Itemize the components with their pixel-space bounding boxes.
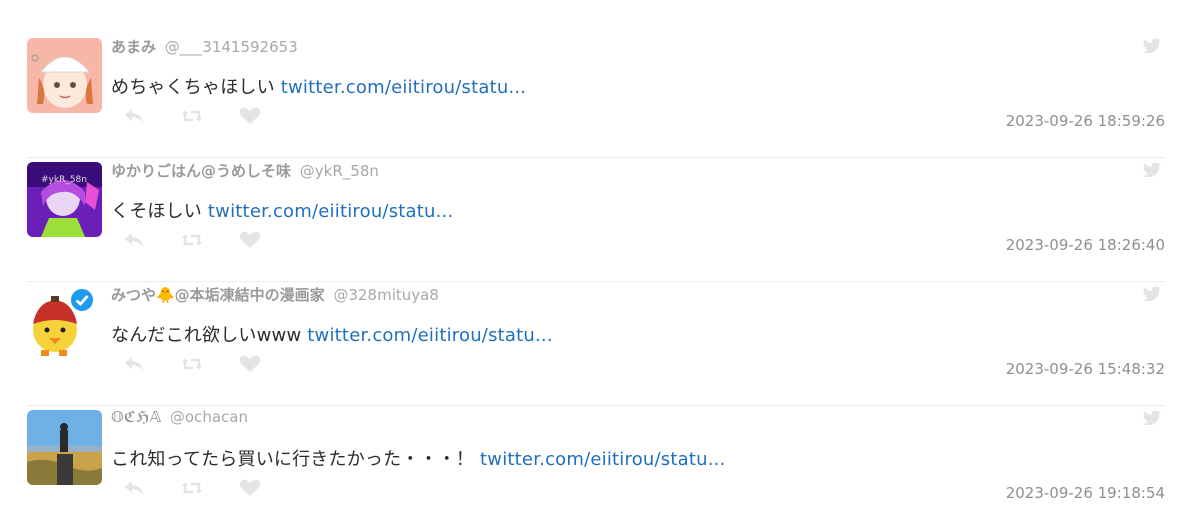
tweet-message: これ知ってたら買いに行きたかった・・・！ [111,449,475,470]
twitter-bird-icon[interactable] [1142,286,1162,307]
tweet-header: ゆかりごはん@うめしそ味 @ykR_58n [111,160,379,181]
retweet-icon[interactable] [180,106,204,126]
like-heart-icon[interactable] [238,354,262,374]
tweet-actions [122,478,262,498]
twitter-bird-icon[interactable] [1142,410,1162,431]
user-handle[interactable]: @ochacan [170,408,248,426]
tweet-message: なんだこれ欲しいwww [111,325,302,346]
tweet-timestamp[interactable]: 2023-09-26 18:59:26 [1006,112,1165,130]
reply-icon[interactable] [122,478,146,498]
user-display-name[interactable]: 𝕆ℭℌ𝔸 [111,408,161,426]
tweet-link[interactable]: twitter.com/eiitirou/statu... [480,449,725,470]
reply-icon[interactable] [122,354,146,374]
user-handle[interactable]: @___3141592653 [165,38,298,56]
tweet-link[interactable]: twitter.com/eiitirou/statu... [208,201,453,222]
tweet-list: あまみ @___3141592653 めちゃくちゃほしい twitter.com… [27,34,1165,529]
user-avatar[interactable] [27,286,102,361]
verified-badge-icon [69,287,95,313]
tweet-actions [122,230,262,250]
tweet-text: めちゃくちゃほしい twitter.com/eiitirou/statu... [111,73,526,99]
reply-icon[interactable] [122,106,146,126]
tweet-message: めちゃくちゃほしい [111,77,275,98]
tweet-text: なんだこれ欲しいwww twitter.com/eiitirou/statu..… [111,321,553,347]
tweet-actions [122,354,262,374]
tweet-message: くそほしい [111,201,202,222]
user-display-name[interactable]: ゆかりごはん@うめしそ味 [111,162,291,180]
tweet-timestamp[interactable]: 2023-09-26 15:48:32 [1006,360,1165,378]
tweet-header: 𝕆ℭℌ𝔸 @ochacan [111,408,248,426]
tweet-link[interactable]: twitter.com/eiitirou/statu... [281,77,526,98]
user-display-name[interactable]: あまみ [111,38,156,56]
tweet-card: みつや🐥@本垢凍結中の漫画家 @328mituya8 なんだこれ欲しいwww t… [27,282,1165,406]
user-display-name[interactable]: みつや🐥@本垢凍結中の漫画家 [111,286,325,304]
tweet-timestamp[interactable]: 2023-09-26 19:18:54 [1006,484,1165,502]
retweet-icon[interactable] [180,478,204,498]
tweet-card: 𝕆ℭℌ𝔸 @ochacan これ知ってたら買いに行きたかった・・・！ twitt… [27,406,1165,529]
retweet-icon[interactable] [180,354,204,374]
tweet-text: これ知ってたら買いに行きたかった・・・！ twitter.com/eiitiro… [111,445,726,471]
tweet-header: みつや🐥@本垢凍結中の漫画家 @328mituya8 [111,284,439,305]
reply-icon[interactable] [122,230,146,250]
like-heart-icon[interactable] [238,230,262,250]
tweet-link[interactable]: twitter.com/eiitirou/statu... [307,325,552,346]
like-heart-icon[interactable] [238,478,262,498]
svg-text:#ykR_58n: #ykR_58n [41,175,87,185]
twitter-bird-icon[interactable] [1142,162,1162,183]
like-heart-icon[interactable] [238,106,262,126]
user-avatar[interactable]: #ykR_58n [27,162,102,237]
user-avatar[interactable] [27,410,102,485]
retweet-icon[interactable] [180,230,204,250]
tweet-timestamp[interactable]: 2023-09-26 18:26:40 [1006,236,1165,254]
twitter-bird-icon[interactable] [1142,38,1162,59]
tweet-text: くそほしい twitter.com/eiitirou/statu... [111,197,453,223]
tweet-header: あまみ @___3141592653 [111,36,298,57]
user-avatar[interactable] [27,38,102,113]
tweet-card: #ykR_58n ゆかりごはん@うめしそ味 @ykR_58n くそほしい twi… [27,158,1165,282]
user-handle[interactable]: @328mituya8 [333,286,438,304]
tweet-card: あまみ @___3141592653 めちゃくちゃほしい twitter.com… [27,34,1165,158]
user-handle[interactable]: @ykR_58n [300,162,379,180]
tweet-actions [122,106,262,126]
